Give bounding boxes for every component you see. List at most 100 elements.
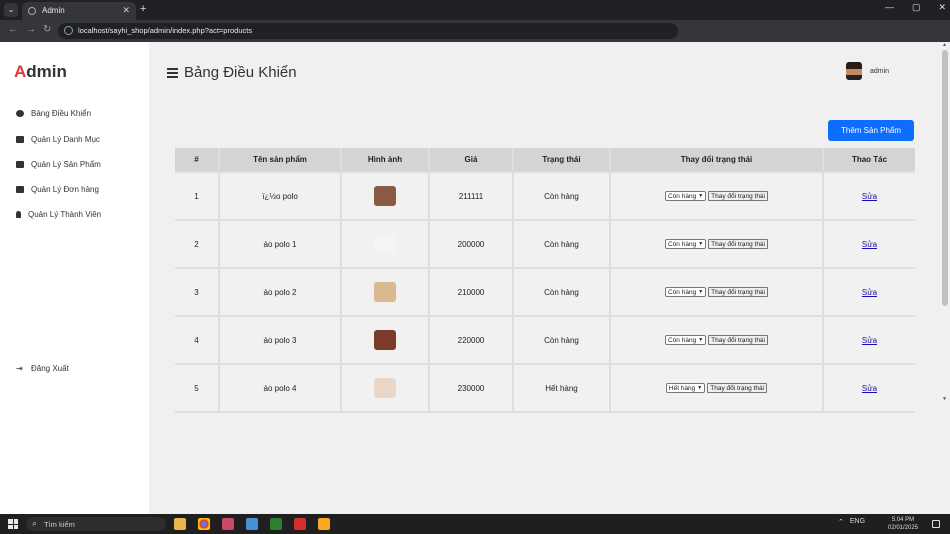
windows-start-icon[interactable] <box>8 519 18 529</box>
product-image <box>374 186 396 206</box>
app-icon[interactable] <box>270 518 282 530</box>
tab-title: Admin <box>42 6 65 15</box>
page-title-text: Bảng Điều Khiển <box>184 64 297 81</box>
sidebar-item-label: Đăng Xuất <box>31 364 69 373</box>
row-id: 4 <box>175 317 220 363</box>
scroll-down-icon[interactable]: ▼ <box>942 396 947 402</box>
status-select[interactable]: Còn hàng ▼ <box>665 191 707 201</box>
edit-link[interactable]: Sửa <box>862 192 877 201</box>
sidebar-item-logout[interactable]: ⇥ Đăng Xuất <box>16 364 69 373</box>
change-status-button[interactable]: Thay đổi trạng thái <box>708 239 768 249</box>
column-header: Tên sản phẩm <box>220 148 342 171</box>
product-price: 230000 <box>430 365 514 411</box>
product-status: Còn hàng <box>514 173 611 219</box>
menu-toggle-icon[interactable] <box>167 67 178 78</box>
back-button[interactable]: ← <box>8 24 18 35</box>
new-tab-button[interactable]: + <box>140 3 146 15</box>
search-icon: ⌕ <box>32 518 38 528</box>
edit-link[interactable]: Sửa <box>862 336 877 345</box>
sidebar-item-members[interactable]: Quản Lý Thành Viên <box>16 210 101 219</box>
reload-button[interactable]: ↻ <box>43 24 51 35</box>
browser-tab[interactable]: Admin ✕ <box>22 2 136 20</box>
user-name: admin <box>870 67 890 75</box>
tab-search-button[interactable]: ⌄ <box>4 3 18 17</box>
sidebar-item-categories[interactable]: Quản Lý Danh Mục <box>16 135 100 144</box>
status-select[interactable]: Còn hàng ▼ <box>665 239 707 249</box>
forward-button[interactable]: → <box>26 24 36 35</box>
page-title: Bảng Điều Khiển <box>167 64 297 81</box>
page-scrollbar[interactable]: ▲ ▼ <box>940 42 950 514</box>
status-select[interactable]: Còn hàng ▼ <box>665 287 707 297</box>
product-price: 220000 <box>430 317 514 363</box>
status-select[interactable]: Hết hàng ▼ <box>665 383 706 393</box>
product-price: 210000 <box>430 269 514 315</box>
taskbar-search[interactable]: ⌕ Tìm kiếm <box>26 517 166 531</box>
tab-close-icon[interactable]: ✕ <box>122 5 130 16</box>
product-status: Hết hàng <box>514 365 611 411</box>
product-image <box>374 282 396 302</box>
app-icon[interactable] <box>294 518 306 530</box>
product-image <box>374 378 396 398</box>
product-price: 211111 <box>430 173 514 219</box>
sidebar-item-orders[interactable]: Quản Lý Đơn hàng <box>16 185 99 194</box>
admin-logo[interactable]: Admin <box>14 62 67 82</box>
minimize-button[interactable]: — <box>885 2 894 13</box>
scrollbar-thumb[interactable] <box>942 50 948 306</box>
sidebar-item-label: Bảng Điều Khiển <box>31 109 92 118</box>
file-explorer-icon[interactable] <box>174 518 186 530</box>
app-icon[interactable] <box>246 518 258 530</box>
edit-link[interactable]: Sửa <box>862 288 877 297</box>
column-header: # <box>175 148 220 171</box>
change-status-button[interactable]: Thay đổi trạng thái <box>708 287 768 297</box>
sidebar-item-products[interactable]: Quản Lý Sản Phẩm <box>16 160 101 169</box>
address-bar[interactable]: localhost/sayhi_shop/admin/index.php?act… <box>58 23 678 39</box>
close-window-button[interactable]: ✕ <box>938 2 946 13</box>
product-status: Còn hàng <box>514 317 611 363</box>
change-status-button[interactable]: Thay đổi trạng thái <box>707 383 768 393</box>
folder-icon <box>16 136 24 143</box>
edit-link[interactable]: Sửa <box>862 240 877 249</box>
add-product-button[interactable]: Thêm Sản Phẩm <box>828 120 914 141</box>
language-indicator[interactable]: ENG <box>850 518 865 526</box>
chevron-down-icon: ▼ <box>698 337 704 343</box>
column-header: Hình ảnh <box>342 148 430 171</box>
product-name: áo polo 2 <box>220 269 342 315</box>
user-box[interactable]: admin <box>846 62 889 80</box>
column-header: Trạng thái <box>514 148 611 171</box>
app-icon[interactable] <box>318 518 330 530</box>
site-info-icon[interactable] <box>64 26 73 35</box>
product-status: Còn hàng <box>514 269 611 315</box>
row-id: 3 <box>175 269 220 315</box>
change-status-button[interactable]: Thay đổi trạng thái <box>708 335 768 345</box>
main-content: Bảng Điều Khiển admin Thêm Sản Phẩm # Tê… <box>149 42 940 514</box>
product-folder-icon <box>16 161 24 168</box>
app-icon[interactable] <box>222 518 234 530</box>
table-row: 2 áo polo 1 200000 Còn hàng Còn hàng ▼ Th… <box>175 221 915 269</box>
clock[interactable]: 5:04 PM 02/01/2025 <box>888 516 918 532</box>
notification-icon[interactable] <box>932 520 940 528</box>
chevron-down-icon: ▼ <box>697 385 703 391</box>
sidebar-item-label: Quản Lý Sản Phẩm <box>31 160 101 169</box>
row-id: 1 <box>175 173 220 219</box>
maximize-button[interactable]: ▢ <box>912 2 921 13</box>
window-controls: — ▢ ✕ <box>885 2 946 13</box>
sidebar-item-dashboard[interactable]: Bảng Điều Khiển <box>16 109 91 118</box>
browser-tabstrip: ⌄ Admin ✕ + — ▢ ✕ <box>0 0 950 20</box>
chevron-down-icon: ▼ <box>698 193 704 199</box>
chrome-icon[interactable] <box>198 518 210 530</box>
status-select[interactable]: Còn hàng ▼ <box>665 335 707 345</box>
page-viewport: Admin Bảng Điều Khiển Quản Lý Danh Mục Q… <box>0 42 950 514</box>
sidebar-item-label: Quản Lý Đơn hàng <box>31 185 99 194</box>
row-id: 5 <box>175 365 220 411</box>
edit-link[interactable]: Sửa <box>862 384 877 393</box>
sidebar-item-label: Quản Lý Danh Mục <box>31 135 100 144</box>
chevron-down-icon: ▼ <box>698 241 704 247</box>
table-row: 3 áo polo 2 210000 Còn hàng Còn hàng ▼ Th… <box>175 269 915 317</box>
sidebar-item-label: Quản Lý Thành Viên <box>28 210 102 219</box>
product-name: áo polo 1 <box>220 221 342 267</box>
scroll-up-icon[interactable]: ▲ <box>942 42 947 48</box>
product-name: áo polo 3 <box>220 317 342 363</box>
chevron-up-icon[interactable]: ⌃ <box>838 518 844 526</box>
change-status-button[interactable]: Thay đổi trạng thái <box>708 191 768 201</box>
column-header: Thay đổi trạng thái <box>611 148 824 171</box>
